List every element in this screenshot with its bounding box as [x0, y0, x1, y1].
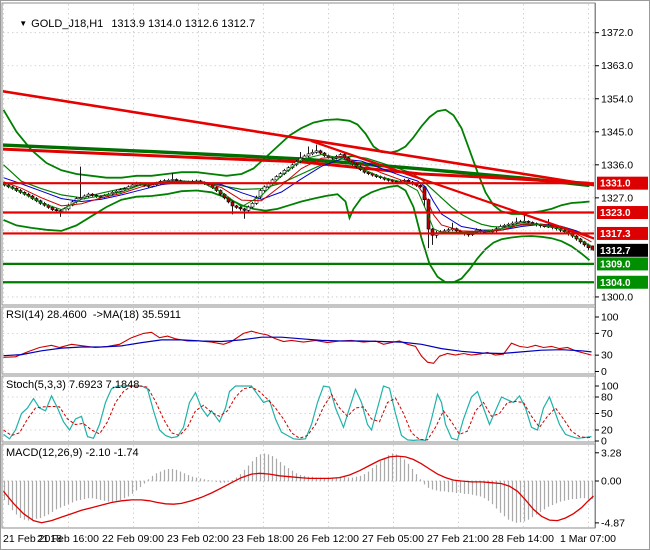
svg-text:1327.0: 1327.0 [601, 192, 633, 204]
svg-text:70: 70 [601, 328, 613, 340]
price-chart-canvas[interactable]: 1372.0 1363.0 1354.0 1345.0 1336.0 1327.0 1300… [1, 1, 650, 550]
price-axis[interactable]: 1372.0 1363.0 1354.0 1345.0 1336.0 1327.0 1300… [595, 27, 648, 529]
time-axis-label: 23 Feb 18:00 [232, 533, 294, 545]
time-axis-label: 21 Feb 16:00 [37, 533, 99, 545]
svg-text:1336.0: 1336.0 [601, 159, 633, 171]
svg-text:1317.3: 1317.3 [600, 229, 631, 240]
svg-text:1309.0: 1309.0 [600, 259, 631, 270]
svg-text:1300.0: 1300.0 [601, 291, 633, 303]
svg-text:1363.0: 1363.0 [601, 60, 633, 72]
svg-text:0: 0 [601, 366, 607, 378]
svg-text:1345.0: 1345.0 [601, 126, 633, 138]
svg-text:50: 50 [601, 408, 613, 420]
svg-text:0: 0 [601, 436, 607, 448]
svg-text:0.00: 0.00 [601, 476, 622, 488]
svg-text:3.28: 3.28 [601, 447, 622, 459]
svg-text:1312.7: 1312.7 [600, 246, 631, 257]
svg-text:1354.0: 1354.0 [601, 93, 633, 105]
svg-text:1323.0: 1323.0 [600, 208, 631, 219]
trading-chart-window: 1372.0 1363.0 1354.0 1345.0 1336.0 1327.0 1300… [0, 0, 650, 550]
time-axis-label: 26 Feb 12:00 [297, 533, 359, 545]
time-axis[interactable]: 21 Feb 201821 Feb 16:00 22 Feb 09:00 23 Fe… [3, 533, 616, 545]
svg-text:100: 100 [601, 312, 619, 324]
time-axis-label: 27 Feb 21:00 [427, 533, 489, 545]
time-axis-label: 22 Feb 09:00 [102, 533, 164, 545]
svg-text:1372.0: 1372.0 [601, 27, 633, 39]
svg-text:1331.0: 1331.0 [600, 179, 631, 190]
svg-text:-4.87: -4.87 [601, 517, 625, 529]
time-axis-label: 1 Mar 07:00 [560, 533, 616, 545]
pane-borders [1, 2, 596, 529]
time-axis-label: 27 Feb 05:00 [362, 533, 424, 545]
svg-text:30: 30 [601, 350, 613, 362]
svg-text:80: 80 [601, 392, 613, 404]
time-axis-label: 28 Feb 14:00 [492, 533, 554, 545]
time-axis-label: 23 Feb 02:00 [167, 533, 229, 545]
svg-text:1304.0: 1304.0 [600, 278, 631, 289]
